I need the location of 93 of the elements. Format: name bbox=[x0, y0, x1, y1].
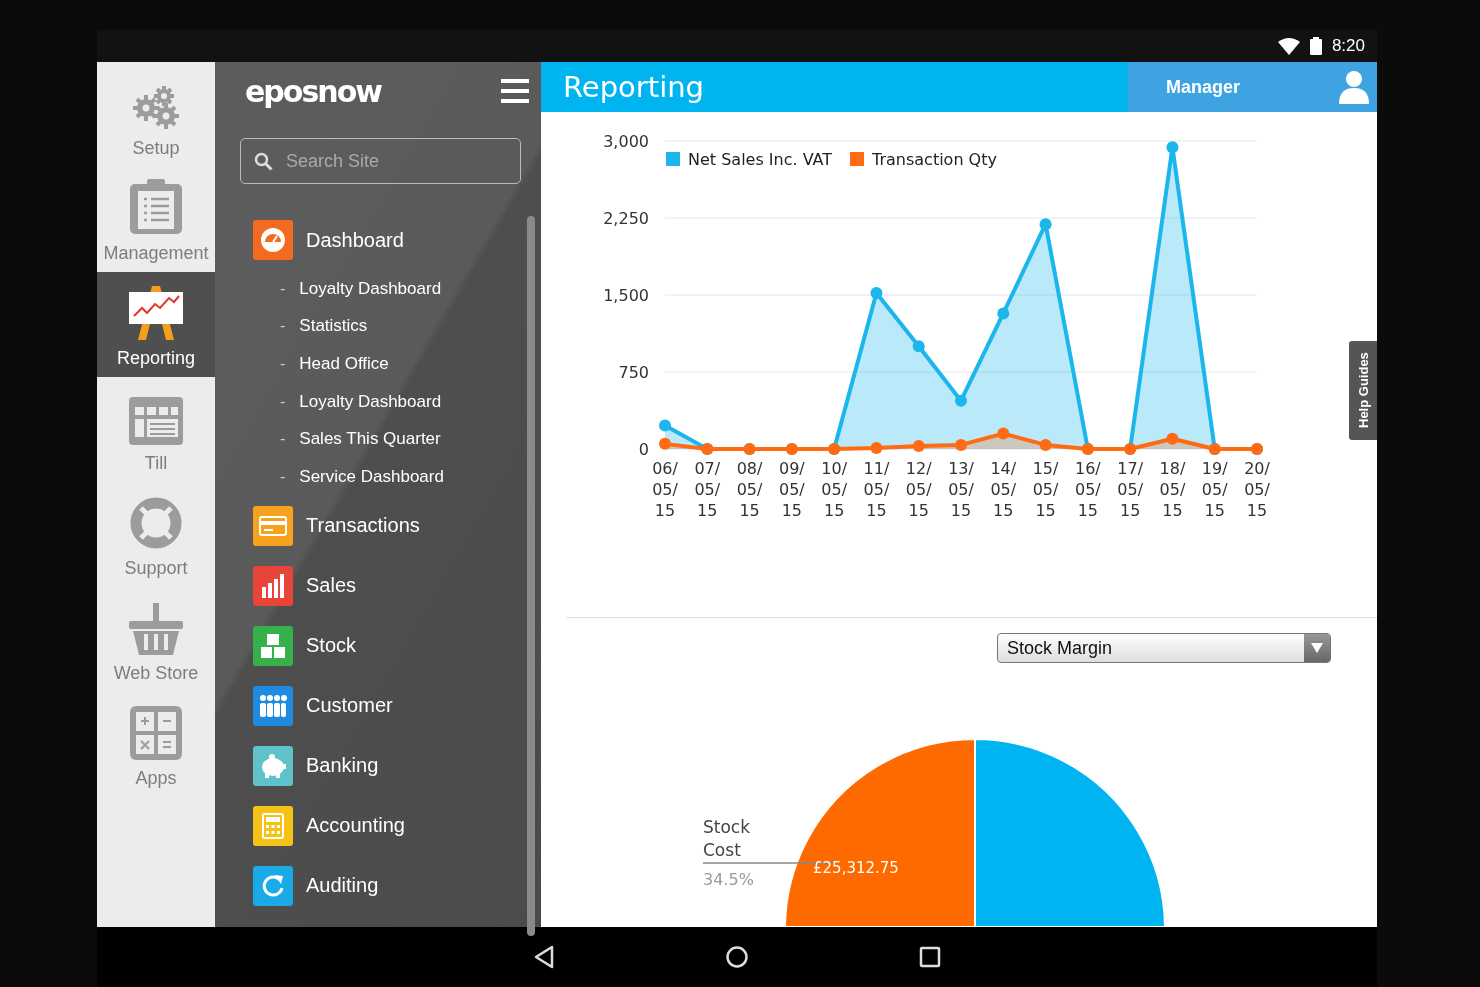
legend-swatch bbox=[850, 152, 864, 166]
submenu-item[interactable]: Sales This Quarter bbox=[299, 429, 441, 450]
menu-item[interactable]: Transactions bbox=[253, 505, 541, 546]
submenu-item[interactable]: Head Office bbox=[299, 354, 389, 374]
dash-marker: - bbox=[280, 467, 286, 486]
wifi-icon bbox=[1277, 37, 1300, 55]
x-axis-label: 06/05/15 bbox=[652, 459, 678, 520]
page-title: Reporting bbox=[563, 70, 704, 104]
x-axis-label: 10/05/15 bbox=[821, 459, 847, 520]
data-point bbox=[912, 340, 925, 353]
dropdown-arrow-icon bbox=[1311, 643, 1323, 653]
easel-chart-icon bbox=[128, 286, 184, 340]
data-point bbox=[912, 439, 925, 452]
data-point bbox=[1039, 438, 1052, 451]
submenu-item[interactable]: Loyalty Dashboard bbox=[299, 278, 442, 299]
menu-item[interactable]: Banking bbox=[253, 745, 541, 786]
blocks-icon bbox=[260, 632, 286, 659]
x-axis-label: 09/05/15 bbox=[779, 459, 805, 520]
calculator-icon bbox=[130, 706, 182, 760]
battery-icon bbox=[1309, 37, 1322, 55]
data-point bbox=[1039, 218, 1052, 231]
menu-item[interactable]: Dashboard bbox=[253, 220, 541, 260]
calculator-icon bbox=[262, 812, 284, 839]
legend-label: Net Sales Inc. VAT bbox=[688, 150, 833, 169]
dash-marker: - bbox=[280, 430, 286, 449]
dash-marker: - bbox=[280, 392, 286, 411]
slice-amount: £25,312.75 bbox=[813, 859, 899, 877]
x-axis-label: 15/05/15 bbox=[1032, 459, 1059, 520]
clock-time: 8:20 bbox=[1331, 36, 1365, 56]
x-axis-label: 20/05/15 bbox=[1244, 459, 1270, 520]
rail-item[interactable]: Web Store bbox=[97, 587, 215, 692]
bar-chart-icon bbox=[260, 572, 286, 599]
data-point bbox=[997, 427, 1010, 440]
menu-item[interactable]: Customer bbox=[253, 685, 541, 726]
slice-percent: 34.5% bbox=[703, 870, 754, 889]
x-axis-label: 07/05/15 bbox=[694, 459, 721, 520]
y-axis-label: 1,500 bbox=[603, 286, 649, 305]
menu-icon[interactable] bbox=[501, 77, 529, 105]
refresh-icon bbox=[260, 872, 286, 899]
legend-swatch bbox=[666, 152, 680, 166]
dash-marker: - bbox=[280, 279, 286, 298]
data-point bbox=[955, 394, 967, 407]
lifebuoy-icon bbox=[129, 496, 183, 550]
data-point bbox=[1166, 141, 1179, 154]
gauge-icon bbox=[260, 227, 286, 253]
y-axis-label: 2,250 bbox=[603, 209, 649, 228]
data-point bbox=[955, 438, 967, 451]
user-icon bbox=[1339, 70, 1369, 104]
x-axis-label: 16/05/15 bbox=[1075, 459, 1101, 520]
legend-label: Transaction Qty bbox=[872, 150, 997, 169]
search-field[interactable]: Search Site bbox=[240, 138, 521, 184]
y-axis-label: 750 bbox=[618, 363, 649, 382]
x-axis-label: 19/05/15 bbox=[1201, 459, 1228, 520]
data-point bbox=[870, 441, 883, 454]
card-icon bbox=[259, 515, 287, 536]
data-point bbox=[1166, 432, 1179, 445]
search-icon bbox=[254, 152, 273, 171]
piggy-bank-icon bbox=[259, 753, 287, 778]
menu-item[interactable]: Sales bbox=[253, 565, 541, 606]
x-axis-label: 13/05/15 bbox=[948, 459, 974, 520]
menu-item[interactable]: Stock bbox=[253, 625, 541, 666]
menu-item[interactable]: Accounting bbox=[253, 805, 541, 846]
till-icon bbox=[129, 397, 183, 445]
data-point bbox=[997, 307, 1010, 320]
dash-marker: - bbox=[280, 355, 286, 373]
data-point bbox=[659, 419, 671, 432]
y-axis-label: 0 bbox=[638, 440, 649, 459]
y-axis-label: 3,000 bbox=[603, 132, 649, 151]
basket-icon bbox=[129, 603, 183, 655]
menu-item[interactable]: Auditing bbox=[253, 865, 541, 906]
x-axis-label: 18/05/15 bbox=[1159, 459, 1186, 520]
logo: eposnow bbox=[245, 73, 381, 109]
people-icon bbox=[259, 693, 287, 718]
scrollbar[interactable] bbox=[527, 216, 535, 936]
report-dropdown[interactable]: Stock Margin bbox=[997, 633, 1331, 663]
home-icon[interactable] bbox=[725, 945, 749, 969]
data-point bbox=[870, 286, 883, 299]
x-axis-label: 17/05/15 bbox=[1117, 459, 1143, 520]
submenu-item[interactable]: Service Dashboard bbox=[299, 466, 444, 487]
clipboard-icon bbox=[129, 179, 183, 235]
data-point bbox=[659, 437, 671, 450]
submenu-item[interactable]: Loyalty Dashboard bbox=[299, 391, 442, 412]
x-axis-label: 08/05/15 bbox=[736, 459, 763, 520]
submenu-item[interactable]: Statistics bbox=[299, 316, 368, 337]
x-axis-label: 12/05/15 bbox=[905, 459, 932, 520]
back-icon[interactable] bbox=[533, 945, 555, 969]
dash-marker: - bbox=[280, 317, 286, 336]
rail-item[interactable]: Reporting bbox=[97, 272, 215, 377]
help-guides-tab[interactable]: Help Guides bbox=[1349, 341, 1377, 440]
recents-icon[interactable] bbox=[919, 946, 941, 968]
x-axis-label: 11/05/15 bbox=[863, 459, 890, 520]
x-axis-label: 14/05/15 bbox=[990, 459, 1017, 520]
slice-label: Stock Cost bbox=[703, 817, 751, 860]
